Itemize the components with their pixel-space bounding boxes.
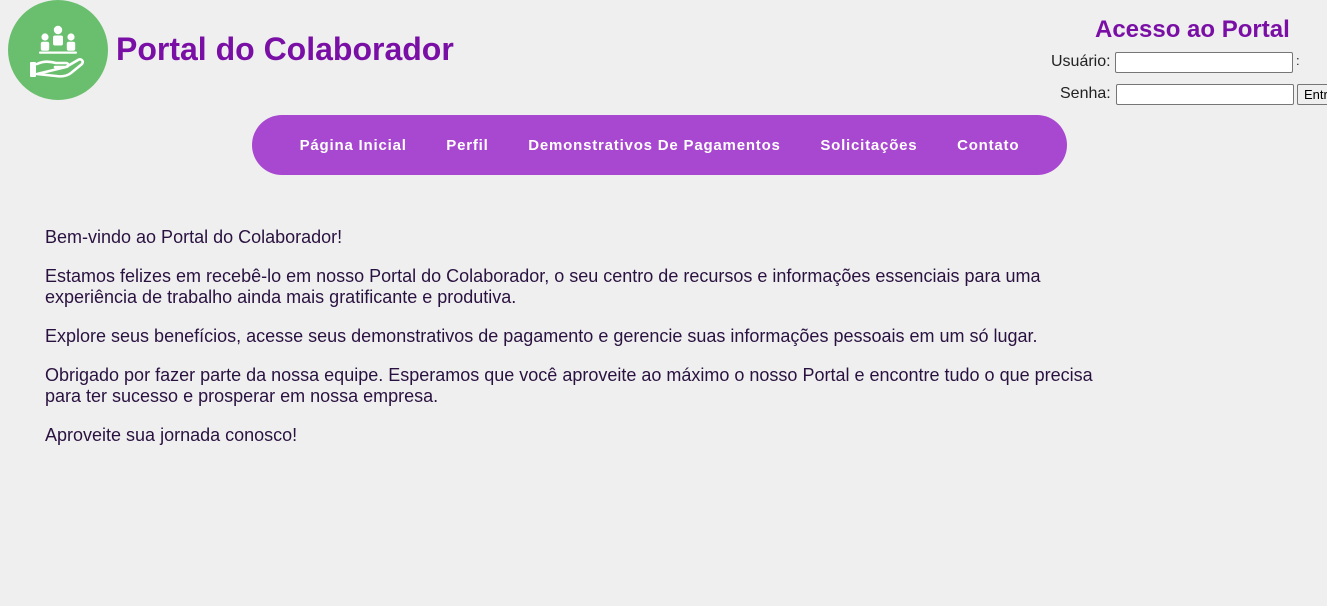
team-helping-hand-icon [30,25,84,78]
username-colon: : [1296,53,1300,68]
welcome-heading: Bem-vindo ao Portal do Colaborador! [45,227,343,247]
password-input[interactable] [1116,84,1294,105]
nav-item-profile[interactable]: Perfil [446,137,488,154]
login-submit-button[interactable]: Entrar [1297,84,1327,105]
username-label: Usuário: [1051,53,1111,70]
site-title: Portal do Colaborador [116,31,454,67]
password-label: Senha: [1060,85,1111,102]
welcome-paragraph: Estamos felizes em recebê-lo em nosso Po… [45,266,1041,307]
welcome-content: Bem-vindo ao Portal do Colaborador! Esta… [45,227,1105,464]
username-input[interactable] [1115,52,1293,73]
welcome-paragraph: Obrigado por fazer parte da nossa equipe… [45,365,1093,406]
nav-item-contact[interactable]: Contato [957,137,1019,154]
logo [8,0,108,100]
nav-item-requests[interactable]: Solicitações [820,137,917,154]
nav-item-home[interactable]: Página Inicial [300,137,407,154]
main-nav: Página Inicial Perfil Demonstrativos De … [252,115,1067,175]
nav-item-payslips[interactable]: Demonstrativos De Pagamentos [528,137,780,154]
welcome-paragraph: Explore seus benefícios, acesse seus dem… [45,326,1038,346]
welcome-closing: Aproveite sua jornada conosco! [45,425,298,445]
login-title: Acesso ao Portal [1095,16,1290,43]
